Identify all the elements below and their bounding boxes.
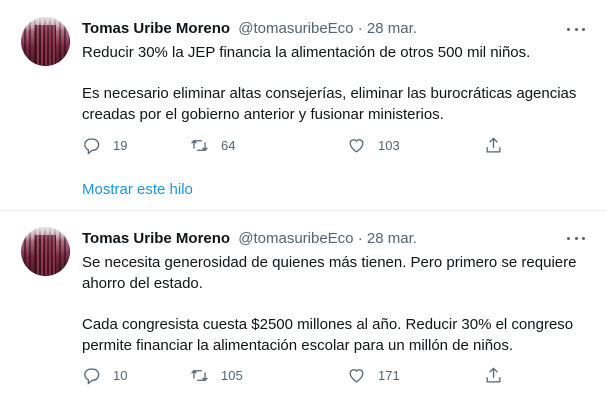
retweet-icon	[191, 139, 208, 151]
tweet-paragraph: Reducir 30% la JEP financia la alimentac…	[82, 44, 531, 61]
retweet-icon	[191, 369, 208, 381]
like-count: 171	[378, 367, 400, 383]
tweet-header: Tomas Uribe Moreno @tomasuribeEco · 28 m…	[82, 19, 417, 39]
tweet-paragraph: Es necesario eliminar altas consejerías,…	[82, 85, 577, 123]
separator: ·	[357, 20, 363, 37]
tweet-paragraph: Cada congresista cuesta $2500 millones a…	[82, 316, 574, 354]
tweet-date[interactable]: 28 mar.	[367, 20, 417, 37]
show-thread-link[interactable]: Mostrar este hilo	[82, 181, 193, 198]
retweet-count: 105	[221, 367, 243, 383]
more-icon[interactable]	[567, 20, 585, 38]
reply-button[interactable]: 10	[82, 364, 127, 386]
retweet-button[interactable]: 64	[190, 134, 235, 156]
author-handle[interactable]: @tomasuribeEco	[238, 230, 353, 247]
tweet-text: Reducir 30% la JEP financia la alimentac…	[82, 42, 582, 125]
reply-icon	[84, 138, 100, 155]
tweet-text: Se necesita generosidad de quienes más t…	[82, 252, 582, 356]
reply-count: 19	[113, 137, 128, 153]
like-button[interactable]: 171	[347, 364, 400, 386]
heart-icon	[349, 138, 364, 153]
heart-icon	[349, 368, 364, 383]
retweet-count: 64	[221, 137, 236, 153]
share-button[interactable]	[484, 134, 503, 156]
retweet-button[interactable]: 105	[190, 364, 243, 386]
avatar[interactable]	[21, 17, 70, 66]
share-button[interactable]	[484, 364, 503, 386]
share-icon	[486, 366, 501, 382]
reply-count: 10	[113, 367, 128, 383]
tweet[interactable]: Tomas Uribe Moreno @tomasuribeEco · 28 m…	[0, 212, 607, 405]
like-count: 103	[378, 137, 400, 153]
tweet-actions: 19 64 103	[82, 134, 522, 156]
like-button[interactable]: 103	[347, 134, 400, 156]
share-icon	[486, 136, 501, 152]
separator: ·	[357, 230, 363, 247]
author-name[interactable]: Tomas Uribe Moreno	[82, 230, 230, 247]
reply-button[interactable]: 19	[82, 134, 127, 156]
avatar[interactable]	[21, 227, 70, 276]
tweet-paragraph: Se necesita generosidad de quienes más t…	[82, 254, 577, 292]
tweet[interactable]: Tomas Uribe Moreno @tomasuribeEco · 28 m…	[0, 0, 607, 211]
tweet-date[interactable]: 28 mar.	[367, 230, 417, 247]
tweet-actions: 10 105 171	[82, 364, 522, 386]
author-name[interactable]: Tomas Uribe Moreno	[82, 20, 230, 37]
tweet-header: Tomas Uribe Moreno @tomasuribeEco · 28 m…	[82, 229, 417, 249]
reply-icon	[84, 368, 100, 385]
more-icon[interactable]	[567, 229, 585, 247]
author-handle[interactable]: @tomasuribeEco	[238, 20, 353, 37]
